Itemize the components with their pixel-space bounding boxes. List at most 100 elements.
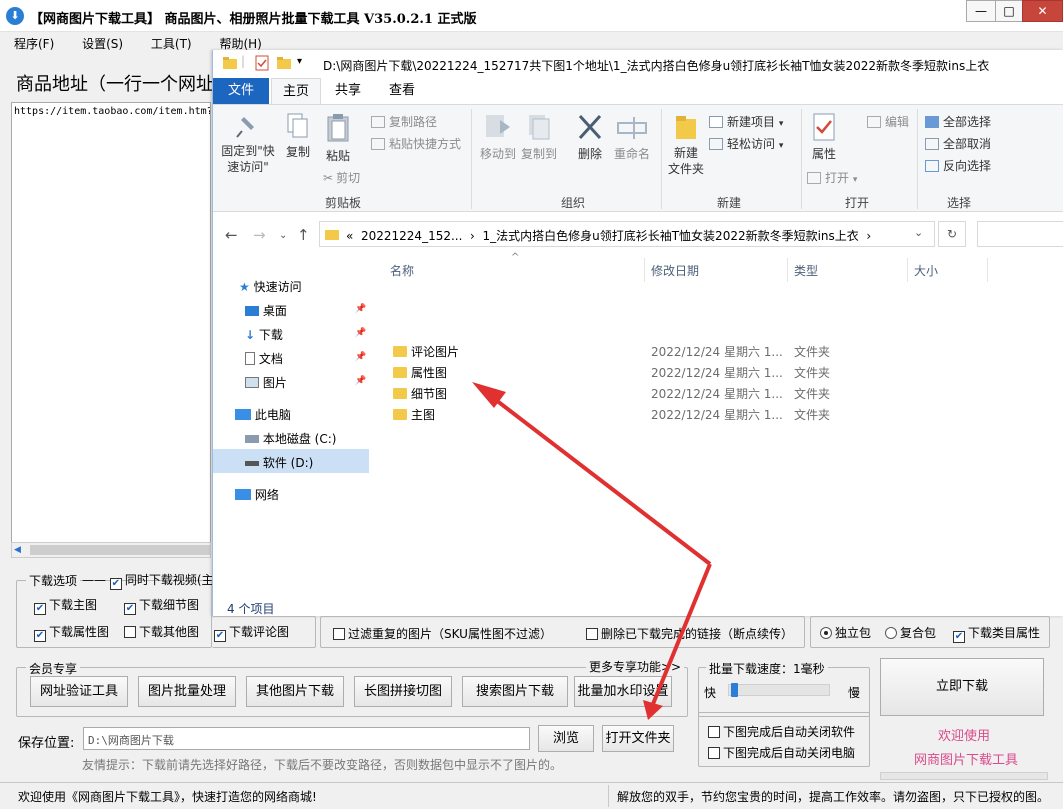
forward-arrow-icon[interactable]: → [253,226,266,244]
column-separator[interactable] [907,258,908,282]
column-type[interactable]: 类型 [794,262,818,279]
single-package-radio[interactable]: 独立包 [820,624,871,641]
refresh-icon[interactable]: ↻ [938,221,966,247]
start-download-button[interactable]: 立即下载 [880,658,1044,716]
nav-this-pc[interactable]: 此电脑 [235,406,291,423]
minimize-button[interactable]: — [966,0,996,22]
long-image-stitch-button[interactable]: 长图拼接切图 [354,676,452,707]
address-bar[interactable]: « 20221224_152... › 1_法式内搭白色修身u领打底衫长袖T恤女… [319,221,935,247]
delete-button[interactable]: 删除 [573,113,607,162]
ribbon-separator [661,109,662,209]
maximize-button[interactable]: □ [995,0,1023,22]
column-size[interactable]: 大小 [914,262,938,279]
search-input[interactable] [977,221,1063,247]
file-row[interactable]: 主图 2022/12/24 星期六 1... 文件夹 [393,403,1053,423]
select-all-button[interactable]: 全部选择 [925,113,991,130]
pin-icon[interactable]: 📌 [355,376,366,386]
batch-watermark-button[interactable]: 批量加水印设置 [574,676,672,707]
column-date[interactable]: 修改日期 [651,262,699,279]
delete-downloaded-checkbox[interactable]: 删除已下载完成的链接（断点续传） [586,625,793,642]
download-detail-checkbox[interactable]: ✔ 下载细节图 [124,596,199,615]
status-divider [608,785,609,807]
auto-close-software-checkbox[interactable]: 下图完成后自动关闭软件 [708,723,855,740]
invert-selection-button[interactable]: 反向选择 [925,157,991,174]
category-attributes-checkbox[interactable]: ✔ 下载类目属性 [953,624,1040,643]
horizontal-scrollbar[interactable]: ◀ [11,542,211,558]
new-folder-button[interactable]: 新建 文件夹 [665,113,707,177]
back-arrow-icon[interactable]: ← [225,226,238,244]
combined-package-radio[interactable]: 复合包 [885,624,936,641]
pin-icon[interactable]: 📌 [355,304,366,314]
menu-program[interactable]: 程序(F) [0,32,64,52]
file-row[interactable]: 评论图片 2022/12/24 星期六 1... 文件夹 [393,340,1053,360]
column-separator[interactable] [644,258,645,282]
nav-drive-d[interactable]: 软件 (D:) [245,454,313,471]
save-path-input[interactable]: D:\网商图片下载 [83,727,530,750]
address-segment-folder[interactable]: 1_法式内搭白色修身u领打底衫长袖T恤女装2022新款冬季短款ins上衣 [482,229,858,243]
browse-button[interactable]: 浏览 [538,725,594,752]
column-name[interactable]: 名称 [390,262,414,279]
address-overflow[interactable]: « [346,229,353,243]
filter-duplicate-checkbox[interactable]: 过滤重复的图片（SKU属性图不过滤） [333,625,552,642]
tab-view[interactable]: 查看 [377,78,427,104]
recent-dropdown-icon[interactable]: ⌄ [279,230,287,241]
tab-home[interactable]: 主页 [271,78,321,105]
copy-to-button[interactable]: 复制到 [519,113,559,162]
more-features-link[interactable]: 更多专享功能>> [586,658,685,675]
tab-file[interactable]: 文件 [213,78,269,104]
download-video-checkbox[interactable]: —— ✔ 同时下载视频(主 [82,571,212,590]
edit-button[interactable]: 编辑 [867,113,909,130]
pin-icon[interactable]: 📌 [355,328,366,338]
cut-button[interactable]: ✂ 剪切 [323,169,360,186]
up-arrow-icon[interactable]: ↑ [297,226,310,244]
nav-desktop[interactable]: 桌面 [245,302,287,319]
file-row[interactable]: 细节图 2022/12/24 星期六 1... 文件夹 [393,382,1053,402]
column-separator[interactable] [787,258,788,282]
speed-slider-track[interactable] [728,683,830,697]
url-textarea[interactable]: https://item.taobao.com/item.htm? [11,102,211,548]
nav-drive-c[interactable]: 本地磁盘 (C:) [245,430,336,447]
properties-icon[interactable] [255,55,269,71]
menu-settings[interactable]: 设置(S) [68,32,133,52]
new-item-button[interactable]: 新建项目 ▾ [709,113,783,130]
download-other-checkbox[interactable]: 下载其他图 [124,623,199,640]
select-none-button[interactable]: 全部取消 [925,135,991,152]
file-row[interactable]: 属性图 2022/12/24 星期六 1... 文件夹 [393,361,1053,381]
properties-button[interactable]: 属性 [807,113,841,162]
menu-tools[interactable]: 工具(T) [137,32,202,52]
open-folder-button[interactable]: 打开文件夹 [602,725,674,752]
close-button[interactable]: ✕ [1022,0,1063,22]
tab-share[interactable]: 共享 [323,78,373,104]
url-verify-button[interactable]: 网址验证工具 [30,676,128,707]
open-button[interactable]: 打开 ▾ [807,169,857,186]
easy-access-button[interactable]: 轻松访问 ▾ [709,135,783,152]
pin-quick-access-button[interactable]: 固定到"快速访问" [217,113,279,175]
nav-quick-access[interactable]: ★ 快速访问 [239,278,302,295]
search-image-download-button[interactable]: 搜索图片下载 [462,676,568,707]
paste-button[interactable]: 粘贴 [321,113,355,164]
copy-button[interactable]: 复制 [281,113,315,160]
address-dropdown-icon[interactable]: ⌄ [914,226,923,239]
scroll-thumb[interactable] [30,545,210,555]
copy-path-button[interactable]: 复制路径 [371,113,437,130]
speed-slider-thumb[interactable] [731,683,738,697]
menu-help[interactable]: 帮助(H) [205,32,271,52]
download-attr-checkbox[interactable]: ✔ 下载属性图 [34,623,109,642]
pin-icon[interactable]: 📌 [355,352,366,362]
nav-downloads[interactable]: ↓ 下载 [245,326,283,343]
move-to-button[interactable]: 移动到 [479,113,517,162]
paste-shortcut-button[interactable]: 粘贴快捷方式 [371,135,461,152]
column-separator[interactable] [987,258,988,282]
customize-dropdown-icon[interactable]: ▾ [297,56,302,67]
address-segment-date[interactable]: 20221224_152... [361,229,462,243]
scroll-left-icon[interactable]: ◀ [14,545,21,555]
nav-pictures[interactable]: 图片 [245,374,287,391]
nav-network[interactable]: 网络 [235,486,279,503]
auto-shutdown-checkbox[interactable]: 下图完成后自动关闭电脑 [708,744,855,761]
new-folder-icon[interactable] [277,56,291,70]
other-image-download-button[interactable]: 其他图片下载 [246,676,344,707]
download-main-checkbox[interactable]: ✔ 下载主图 [34,596,97,615]
nav-documents[interactable]: 文档 [245,350,283,367]
rename-button[interactable]: 重命名 [611,113,653,162]
batch-image-process-button[interactable]: 图片批量处理 [138,676,236,707]
